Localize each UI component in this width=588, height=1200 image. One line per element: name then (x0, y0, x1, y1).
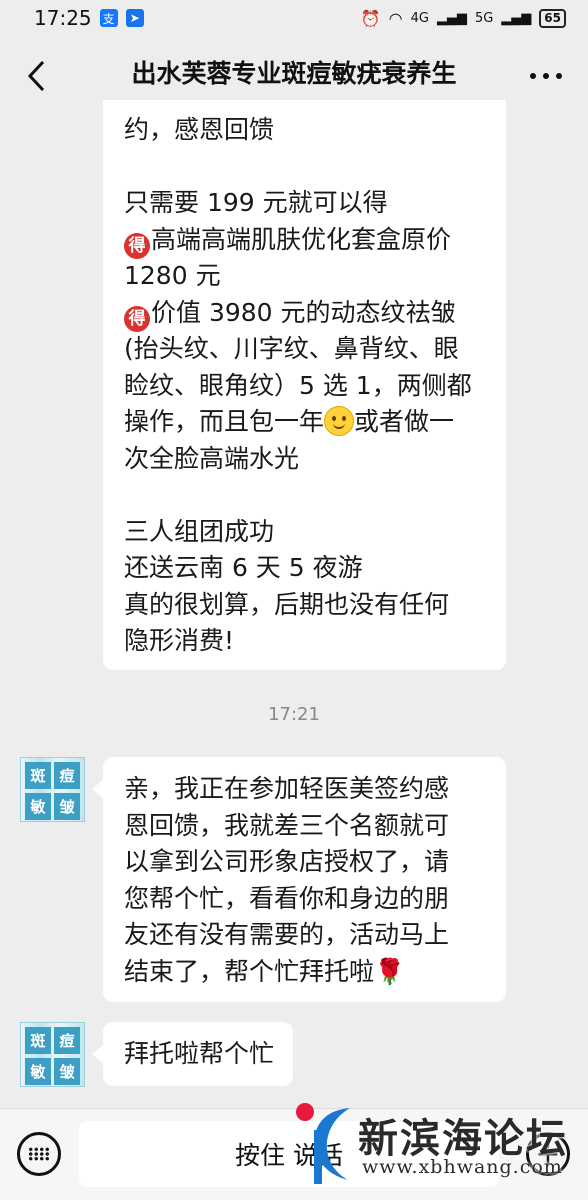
message-line: 1280 元 (124, 261, 221, 290)
keyboard-toggle-button[interactable] (17, 1132, 61, 1176)
wifi-icon: ◠ (388, 8, 403, 28)
net-4g-label: 4G (410, 10, 429, 26)
message-line: 隐形消费! (124, 626, 235, 655)
message-line: 还送云南 6 天 5 夜游 (124, 553, 363, 582)
message-line: (抬头纹、川字纹、鼻背纹、眼 (124, 334, 459, 363)
input-bar: 按住 说话 + (0, 1108, 588, 1200)
avatar-logo: 斑 痘 敏 皱 (25, 762, 80, 821)
message-line: 睑纹、眼角纹）5 选 1，两侧都 (124, 370, 472, 400)
message-line: 您帮个忙，看看你和身边的朋 (124, 883, 450, 913)
message-line: 得价值 3980 元的动态纹祛皱 (124, 295, 492, 332)
message-bubble[interactable]: 拜托啦帮个忙 (103, 1022, 293, 1086)
message-timestamp: 17:21 (268, 704, 320, 725)
de-emoji-icon: 得 (124, 305, 150, 332)
message-line: 操作，而且包一年 或者做一 (124, 404, 492, 441)
page-title: 出水芙蓉专业斑痘敏疣衰养生 (131, 59, 457, 88)
hold-to-talk-button[interactable]: 按住 说话 (79, 1121, 499, 1187)
message-bubble[interactable]: 亲，我正在参加轻医美签约感 恩回馈，我就差三个名额就可 以拿到公司形象店授权了，… (103, 757, 506, 1002)
de-emoji-icon: 得 (124, 232, 150, 259)
message-line: 次全脸高端水光 (124, 443, 300, 473)
back-button[interactable] (16, 56, 56, 96)
net-5g-label: 5G (474, 10, 494, 26)
message-text: 拜托啦帮个忙 (124, 1039, 275, 1068)
avatar[interactable]: 斑 痘 敏 皱 (20, 757, 85, 822)
bubble-tail (92, 780, 103, 798)
status-time: 17:25 (34, 6, 92, 30)
message-line: 得高端高端肌肤优化套盒原价 (124, 222, 492, 259)
avatar-logo: 斑 痘 敏 皱 (25, 1027, 80, 1086)
bubble-tail (92, 1045, 103, 1063)
avatar-char: 敏 (25, 1058, 51, 1085)
message-text: 高端高端肌肤优化套盒原价 (151, 224, 452, 254)
status-right: ⏰ ◠ 4G ▂▄▆ 5G ▂▄▆ 65 (360, 8, 566, 28)
message-text: 价值 3980 元的动态纹祛皱 (151, 297, 456, 327)
avatar-char: 皱 (54, 793, 80, 820)
avatar-char: 痘 (54, 762, 80, 789)
alarm-icon: ⏰ (360, 8, 381, 28)
message-bubble[interactable]: 约，感恩回馈 只需要 199 元就可以得 得高端高端肌肤优化套盒原价 1280 … (103, 100, 506, 670)
message-text: 操作，而且包一年 (124, 407, 325, 436)
message-line: 友还有没有需要的，活动马上 (124, 920, 450, 949)
signal-icon: ▂▄▆ (501, 10, 532, 26)
smiley-emoji-icon (324, 406, 355, 436)
more-button[interactable] (524, 60, 568, 92)
keyboard-icon (28, 1147, 50, 1161)
more-dots-icon (530, 73, 562, 79)
location-arrow-icon: ➤ (125, 9, 144, 27)
avatar[interactable]: 斑 痘 敏 皱 (20, 1022, 85, 1087)
chevron-left-icon (27, 60, 45, 92)
avatar-char: 皱 (54, 1058, 80, 1085)
signal-icon: ▂▄▆ (436, 10, 467, 26)
message-line: 只需要 199 元就可以得 (124, 188, 388, 217)
status-left: 17:25 支 ➤ (34, 6, 144, 30)
plus-button[interactable]: + (526, 1132, 570, 1176)
message-line: 三人组团成功 (124, 516, 275, 546)
avatar-char: 敏 (25, 793, 51, 820)
message-line: 约，感恩回馈 (124, 115, 275, 144)
message-line: 以拿到公司形象店授权了，请 (124, 847, 450, 876)
avatar-char: 斑 (25, 1027, 51, 1054)
alipay-icon: 支 (99, 9, 118, 27)
message-line: 结束了，帮个忙拜托啦🌹 (124, 956, 406, 986)
status-bar: 17:25 支 ➤ ⏰ ◠ 4G ▂▄▆ 5G ▂▄▆ 65 (0, 0, 588, 36)
message-line (124, 477, 492, 514)
avatar-char: 斑 (25, 762, 51, 789)
message-line: 恩回馈，我就差三个名额就可 (124, 810, 450, 840)
message-text: 或者做一 (354, 407, 455, 436)
plus-icon: + (535, 1136, 561, 1172)
message-line: 真的很划算，后期也没有任何 (124, 589, 450, 619)
battery-indicator: 65 (539, 8, 566, 28)
avatar-char: 痘 (54, 1027, 80, 1054)
message-line: 亲，我正在参加轻医美签约感 (124, 774, 450, 803)
message-line (124, 149, 492, 186)
